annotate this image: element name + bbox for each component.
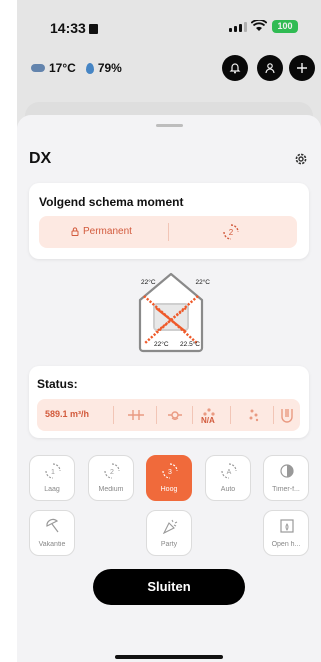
co2-dots-icon — [249, 409, 259, 422]
party-icon — [162, 519, 178, 534]
mode-label: Medium — [98, 486, 124, 493]
mode-button-auto[interactable]: A Auto — [205, 455, 251, 501]
mode-label: Hoog — [160, 486, 178, 493]
schedule-fan-speed-2-icon[interactable]: 2 — [222, 223, 240, 241]
mode-button-laag[interactable]: 1 Laag — [29, 455, 75, 501]
mode-label: Timer-f... — [272, 486, 300, 493]
mode-label: Party — [160, 541, 178, 548]
bypass-icon — [128, 410, 144, 420]
divider — [273, 406, 274, 424]
sheet-grabber[interactable] — [156, 124, 183, 127]
status-title: Status: — [37, 377, 78, 391]
svg-text:A: A — [227, 469, 232, 476]
svg-text:1: 1 — [51, 469, 55, 476]
permanent-label: Permanent — [83, 226, 132, 237]
phone-screen: 14:33 100 17°C 79% DX Volgend schema mom… — [17, 0, 321, 662]
schedule-card: Volgend schema moment Permanent 2 — [29, 183, 309, 259]
temp-bottom-right: 22.5°C — [180, 340, 200, 348]
mode-button-medium[interactable]: 2 Medium — [88, 455, 134, 501]
divider — [192, 406, 193, 424]
mode-button-timer[interactable]: Timer-f... — [263, 455, 309, 501]
device-bottom-sheet: DX Volgend schema moment Permanent 2 22°… — [17, 115, 321, 662]
humidity-na: N/A — [201, 416, 215, 425]
schedule-title: Volgend schema moment — [39, 195, 184, 209]
permanent-button[interactable]: Permanent — [71, 226, 132, 237]
divider — [113, 406, 114, 424]
status-pill: 589.1 m³/h N/A — [37, 399, 300, 431]
mode-label: Open h... — [271, 541, 301, 548]
divider — [230, 406, 231, 424]
divider — [156, 406, 157, 424]
sheet-title: DX — [29, 150, 52, 167]
filter-icon — [281, 409, 293, 423]
divider — [168, 223, 169, 241]
home-indicator[interactable] — [115, 655, 223, 659]
mode-button-open-haard[interactable]: Open h... — [263, 510, 309, 556]
mode-label: Laag — [44, 486, 60, 493]
svg-text:2: 2 — [110, 469, 114, 476]
lock-icon — [71, 227, 79, 236]
svg-text:2: 2 — [229, 228, 234, 237]
airflow-value: 589.1 m³/h — [45, 409, 90, 419]
temp-bottom-left: 22°C — [154, 340, 169, 348]
mode-button-party[interactable]: Party — [146, 510, 192, 556]
house-airflow-diagram: 22°C 22°C 22°C 22.5°C — [138, 272, 210, 353]
timer-icon — [280, 464, 294, 478]
svg-text:3: 3 — [168, 469, 172, 476]
fireplace-icon — [280, 519, 294, 533]
beach-umbrella-icon — [46, 518, 59, 533]
status-card: Status: 589.1 m³/h N/A — [29, 366, 309, 438]
schedule-pill: Permanent 2 — [39, 216, 297, 248]
fan-speed-3-icon: 3 — [162, 463, 178, 479]
fan-speed-2-icon: 2 — [104, 463, 120, 479]
mode-button-hoog[interactable]: 3 Hoog — [146, 455, 192, 501]
temp-top-left: 22°C — [141, 278, 156, 286]
close-button[interactable]: Sluiten — [93, 569, 245, 605]
fan-speed-1-icon: 1 — [45, 463, 61, 479]
fan-auto-icon: A — [221, 463, 237, 479]
gear-icon[interactable] — [293, 151, 309, 167]
temp-top-right: 22°C — [195, 278, 210, 286]
mode-button-vakantie[interactable]: Vakantie — [29, 510, 75, 556]
mode-label: Auto — [220, 486, 236, 493]
heater-icon — [168, 411, 182, 421]
mode-label: Vakantie — [38, 541, 66, 548]
